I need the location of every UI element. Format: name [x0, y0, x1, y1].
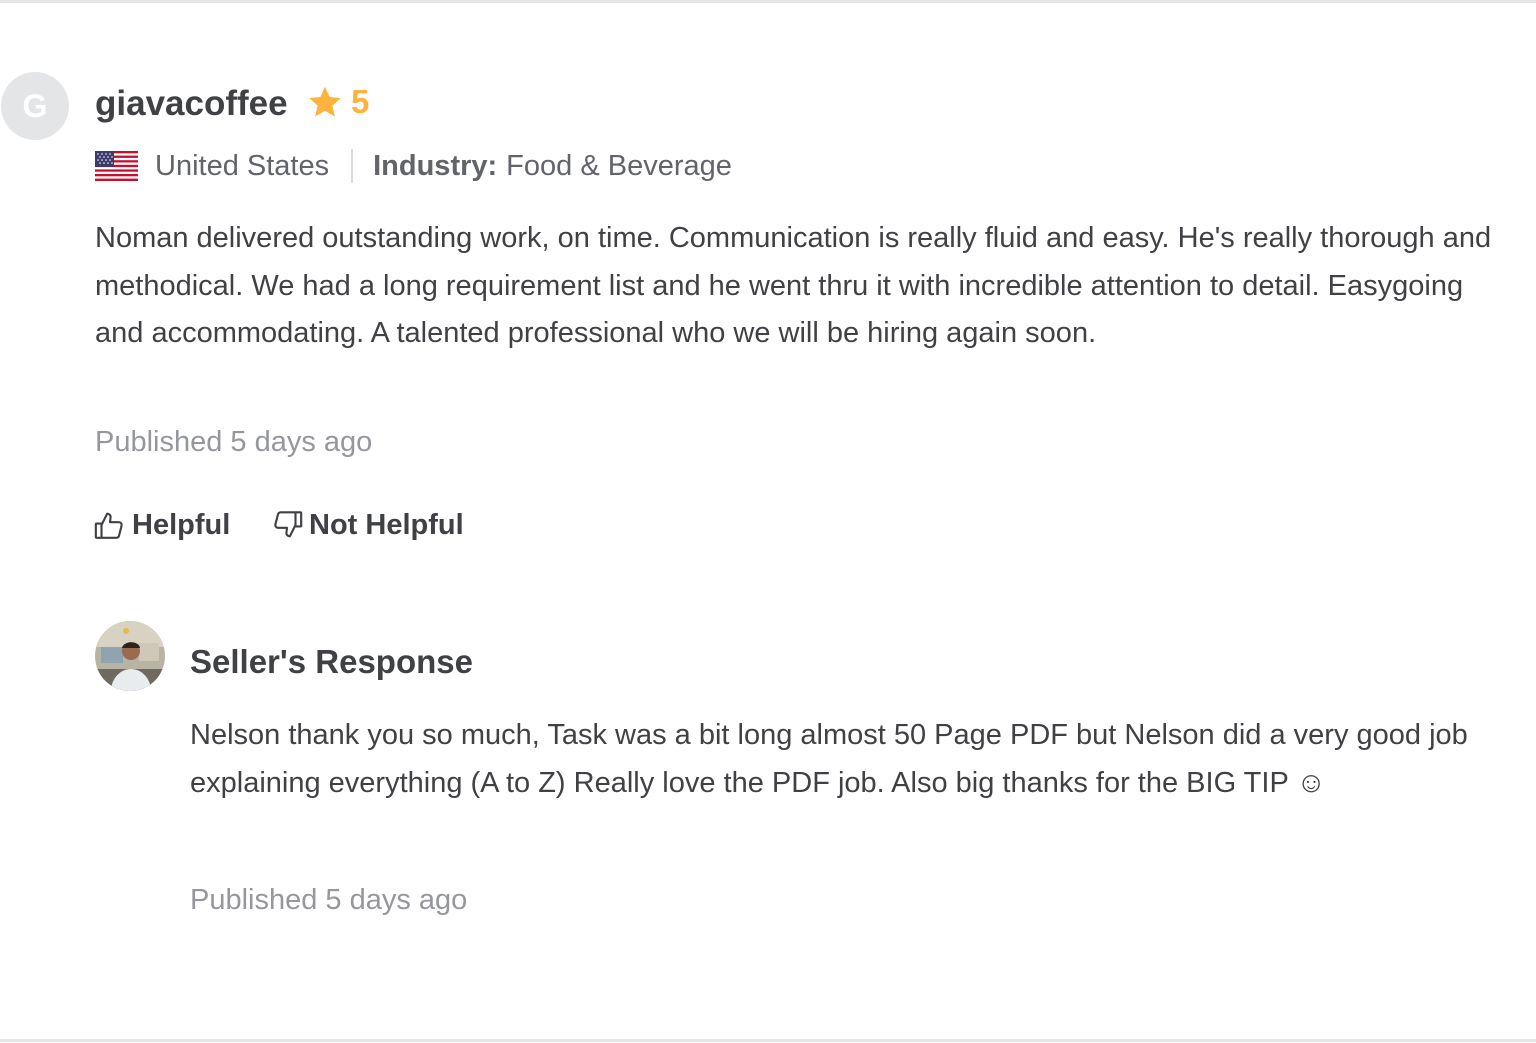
reviewer-avatar[interactable]: G [1, 72, 69, 140]
not-helpful-button[interactable]: Not Helpful [270, 503, 464, 547]
review-published-date: Published 5 days ago [95, 426, 373, 458]
seller-response-title: Seller's Response [190, 643, 473, 680]
reviewer-country: United States [155, 149, 330, 182]
reviewer-meta: United States Industry: Food & Beverage [95, 145, 732, 187]
helpful-button[interactable]: Helpful [93, 503, 230, 547]
us-flag-icon [95, 151, 138, 181]
helpful-label: Helpful [132, 508, 231, 541]
meta-separator [351, 149, 354, 183]
seller-avatar[interactable] [95, 621, 165, 691]
rating-value: 5 [351, 83, 370, 120]
not-helpful-label: Not Helpful [309, 508, 464, 541]
reviewer-username[interactable]: giavacoffee [95, 82, 288, 126]
rating: 5 [307, 80, 369, 124]
seller-response-text: Nelson thank you so much, Task was a bit… [190, 719, 1468, 799]
industry-label: Industry: [373, 149, 498, 182]
response-published-date: Published 5 days ago [190, 884, 468, 916]
top-divider [0, 0, 1536, 3]
review-text: Noman delivered outstanding work, on tim… [95, 222, 1492, 349]
thumbs-up-icon [94, 512, 123, 539]
thumbs-down-icon [274, 511, 303, 538]
star-icon [309, 86, 341, 117]
industry-value: Food & Beverage [506, 149, 732, 182]
bottom-divider [0, 1039, 1536, 1042]
